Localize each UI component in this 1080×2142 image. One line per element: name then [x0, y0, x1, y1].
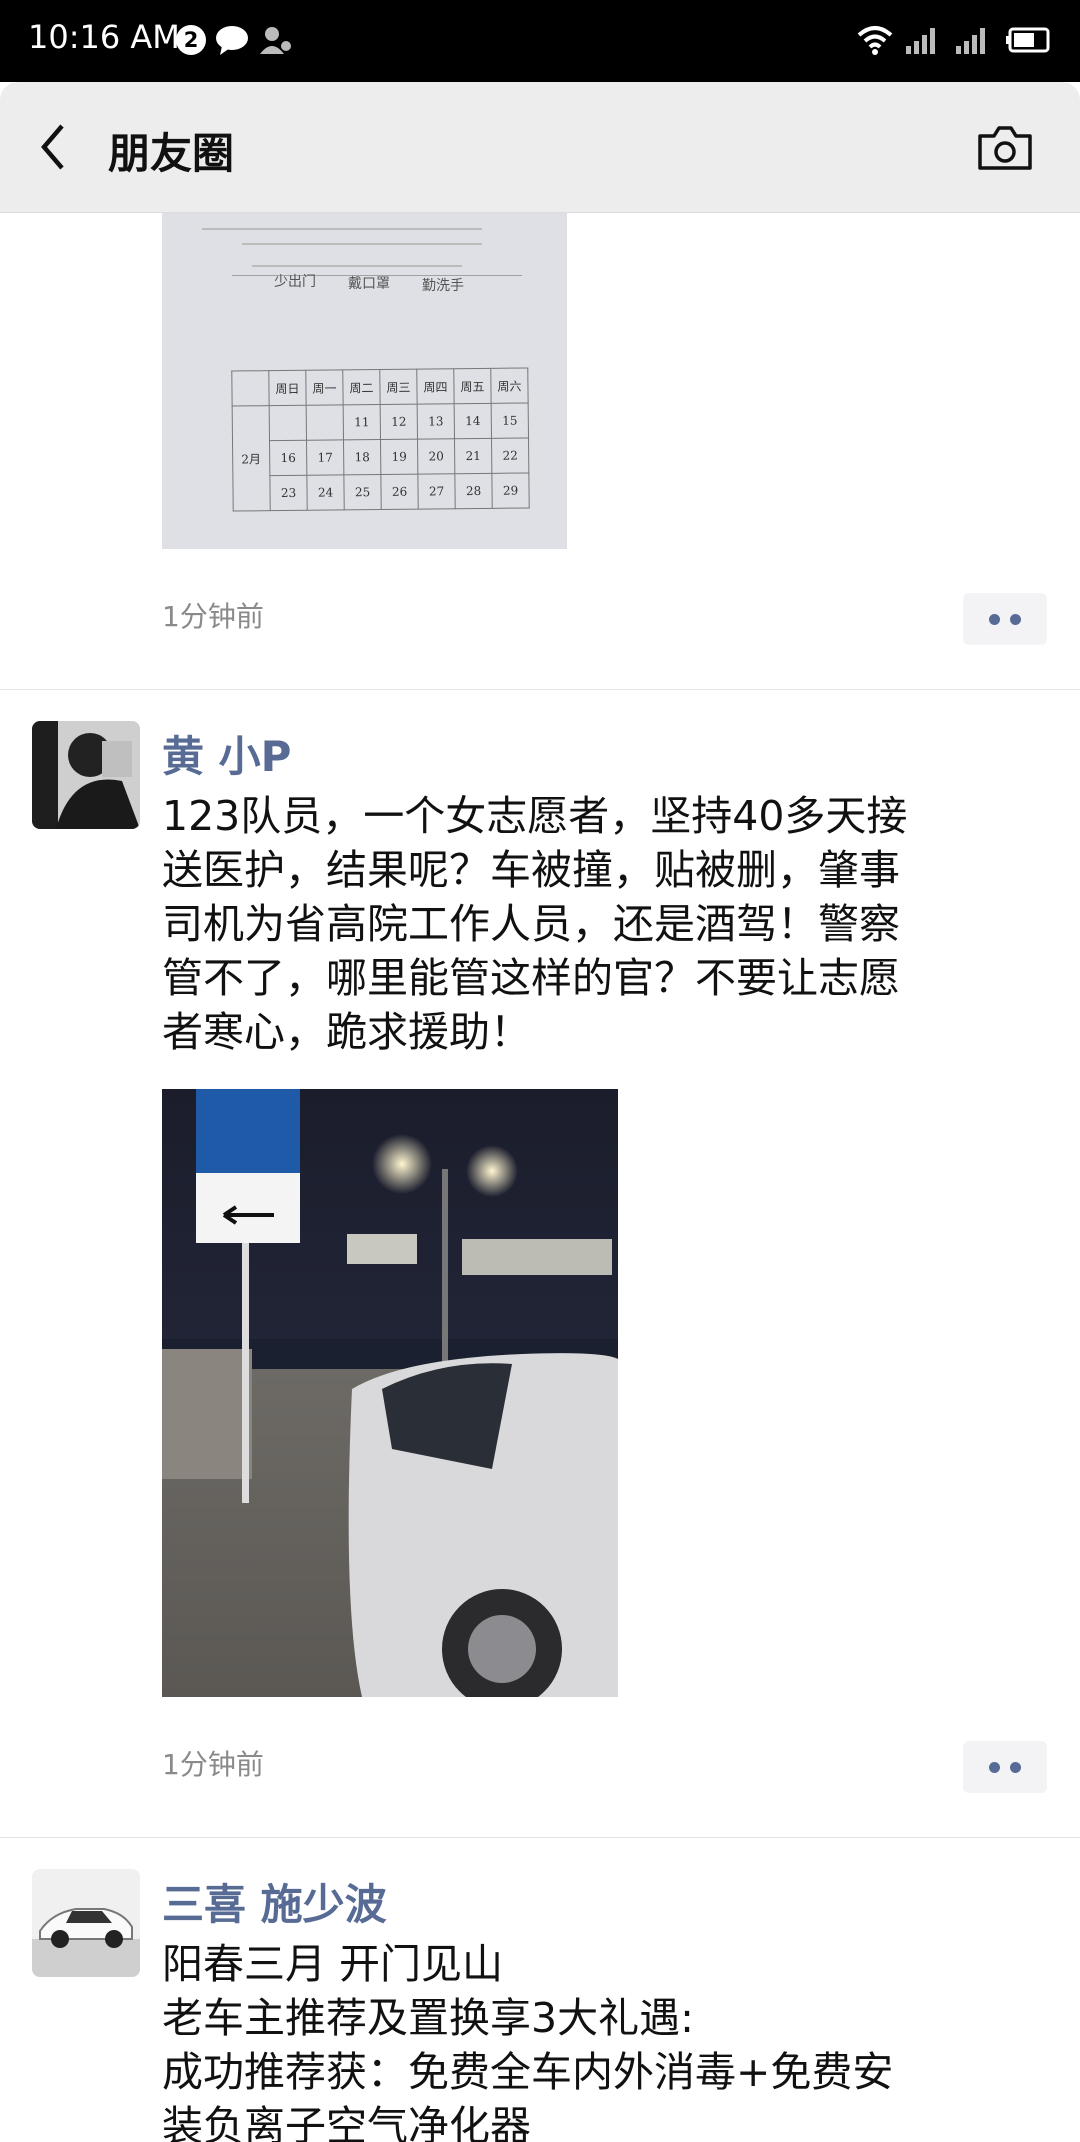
calendar-cell: 29: [491, 472, 530, 509]
calendar-cell: 20: [417, 438, 455, 475]
moments-header: 朋友圈: [0, 82, 1080, 213]
post-2-time: 1分钟前: [162, 1748, 264, 1781]
paper-word-2: 戴口罩: [348, 276, 390, 292]
battery-icon: [1006, 27, 1050, 53]
calendar-cell: 15: [491, 402, 529, 439]
status-time: 10:16 AM: [28, 18, 180, 56]
calendar-cell: 13: [417, 403, 455, 440]
message-icon: [216, 26, 248, 55]
calendar-header: 周二: [342, 369, 381, 405]
contact-icon: [260, 27, 291, 54]
night-street-photo: [162, 1089, 618, 1697]
camera-button[interactable]: [976, 124, 1034, 172]
post-1-time: 1分钟前: [162, 600, 264, 633]
calendar-cell: 17: [306, 439, 344, 476]
more-dot-icon: [989, 614, 1000, 625]
calendar-header: 周三: [379, 369, 418, 405]
signal-2-icon: [956, 28, 985, 54]
calendar-cell: 28: [454, 473, 493, 509]
calendar-cell: 27: [417, 473, 456, 510]
status-bar: 10:16 AM 2: [0, 0, 1080, 82]
calendar-cell: 21: [454, 438, 492, 474]
post-1-image[interactable]: 少出门 戴口罩 勤洗手 周日 周一 周二 周三 周四 周五 周六 2月 11 1…: [162, 213, 567, 549]
avatar-photo: [32, 721, 140, 829]
post-3-author[interactable]: 三喜 施少波: [162, 1871, 387, 1932]
calendar-cell: 14: [454, 403, 492, 439]
signal-1-icon: [906, 28, 935, 54]
calendar-cell: [269, 405, 307, 441]
calendar-cell: 18: [343, 439, 381, 475]
calendar-header: 周日: [268, 370, 307, 406]
more-dot-icon: [989, 1762, 1000, 1773]
calendar-cell: 25: [343, 474, 382, 510]
post-1-more-button[interactable]: [963, 593, 1047, 645]
calendar-cell: 22: [491, 437, 529, 474]
post-2-avatar[interactable]: [32, 721, 140, 829]
calendar-cell: 11: [343, 404, 381, 440]
post-3-avatar[interactable]: [32, 1869, 140, 1977]
calendar-header: 周一: [305, 369, 344, 406]
calendar-header: 周四: [416, 368, 455, 405]
calendar-cell: 16: [269, 440, 307, 476]
more-dot-icon: [1010, 614, 1021, 625]
calendar-cell: 12: [380, 404, 418, 440]
calendar-cell: 26: [380, 474, 419, 510]
wifi-icon: [857, 26, 893, 55]
post-2-text: 123队员，一个女志愿者，坚持40多天接 送医护，结果呢？车被撞，贴被删，肇事 …: [162, 792, 908, 1056]
paper-word-3: 勤洗手: [422, 278, 464, 294]
page-title: 朋友圈: [108, 129, 235, 178]
moments-feed[interactable]: 少出门 戴口罩 勤洗手 周日 周一 周二 周三 周四 周五 周六 2月 11 1…: [0, 213, 1080, 2142]
back-button[interactable]: [38, 122, 68, 172]
calendar-month: 2月: [232, 405, 271, 512]
calendar-cell: 19: [380, 439, 418, 475]
paper-word-1: 少出门: [274, 274, 316, 290]
calendar-cell: 23: [269, 475, 308, 511]
notification-count-badge: 2: [176, 25, 206, 55]
calendar-cell: 24: [306, 474, 345, 511]
avatar-car-photo: [32, 1869, 140, 1977]
post-2-author[interactable]: 黄 小P: [162, 723, 291, 784]
more-dot-icon: [1010, 1762, 1021, 1773]
calendar-header: 周五: [453, 368, 492, 404]
post-divider: [0, 689, 1080, 690]
post-2-image[interactable]: [162, 1089, 618, 1697]
post-divider: [0, 1837, 1080, 1838]
calendar-header: 周六: [490, 367, 529, 404]
post-2-more-button[interactable]: [963, 1741, 1047, 1793]
post-3-text: 阳春三月 开门见山 老车主推荐及置换享3大礼遇: 成功推荐获：免费全车内外消毒+…: [162, 1940, 894, 2142]
calendar-cell: [306, 404, 344, 441]
calendar-table: 周日 周一 周二 周三 周四 周五 周六 2月 11 12 13 14 15 1…: [231, 367, 530, 512]
